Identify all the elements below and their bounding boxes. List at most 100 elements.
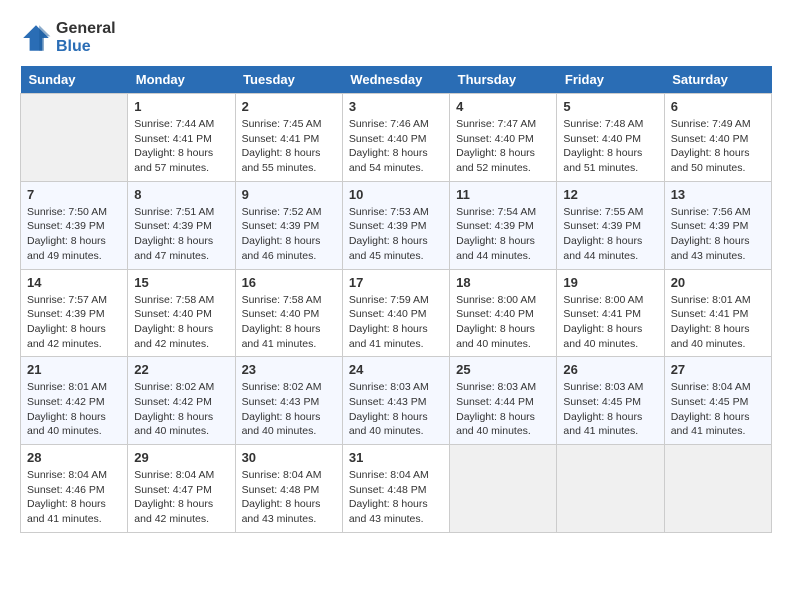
day-number: 28 [27, 450, 121, 465]
day-number: 31 [349, 450, 443, 465]
calendar-cell: 30 Sunrise: 8:04 AM Sunset: 4:48 PM Dayli… [235, 445, 342, 533]
calendar-cell: 7 Sunrise: 7:50 AM Sunset: 4:39 PM Daylig… [21, 181, 128, 269]
day-info: Sunrise: 8:04 AM Sunset: 4:46 PM Dayligh… [27, 468, 121, 527]
day-info: Sunrise: 8:04 AM Sunset: 4:48 PM Dayligh… [349, 468, 443, 527]
calendar-cell: 5Sunrise: 7:48 AM Sunset: 4:40 PM Daylig… [557, 94, 664, 182]
calendar-cell [557, 445, 664, 533]
day-number: 17 [349, 275, 443, 290]
calendar-cell: 11 Sunrise: 7:54 AM Sunset: 4:39 PM Dayli… [450, 181, 557, 269]
day-info: Sunrise: 8:01 AM Sunset: 4:41 PM Dayligh… [671, 293, 765, 352]
day-number: 18 [456, 275, 550, 290]
calendar-table: SundayMondayTuesdayWednesdayThursdayFrid… [20, 66, 772, 533]
day-number: 22 [134, 362, 228, 377]
day-number: 19 [563, 275, 657, 290]
logo-text: General Blue [56, 20, 116, 56]
day-number: 27 [671, 362, 765, 377]
day-number: 16 [242, 275, 336, 290]
day-number: 30 [242, 450, 336, 465]
calendar-cell: 6 Sunrise: 7:49 AM Sunset: 4:40 PM Daylig… [664, 94, 771, 182]
calendar-cell: 18 Sunrise: 8:00 AM Sunset: 4:40 PM Dayli… [450, 269, 557, 357]
day-info: Sunrise: 7:49 AM Sunset: 4:40 PM Dayligh… [671, 117, 765, 176]
day-number: 10 [349, 187, 443, 202]
calendar-cell: 20 Sunrise: 8:01 AM Sunset: 4:41 PM Dayli… [664, 269, 771, 357]
calendar-week-1: 1 Sunrise: 7:44 AM Sunset: 4:41 PM Daylig… [21, 94, 772, 182]
day-info: Sunrise: 8:00 AM Sunset: 4:41 PM Dayligh… [563, 293, 657, 352]
calendar-cell: 21 Sunrise: 8:01 AM Sunset: 4:42 PM Dayli… [21, 357, 128, 445]
calendar-week-2: 7 Sunrise: 7:50 AM Sunset: 4:39 PM Daylig… [21, 181, 772, 269]
day-number: 5 [563, 99, 657, 114]
day-number: 24 [349, 362, 443, 377]
day-info: Sunrise: 8:00 AM Sunset: 4:40 PM Dayligh… [456, 293, 550, 352]
day-number: 1 [134, 99, 228, 114]
day-number: 9 [242, 187, 336, 202]
calendar-cell: 26Sunrise: 8:03 AM Sunset: 4:45 PM Dayli… [557, 357, 664, 445]
calendar-cell: 3Sunrise: 7:46 AM Sunset: 4:40 PM Daylig… [342, 94, 449, 182]
day-info: Sunrise: 8:01 AM Sunset: 4:42 PM Dayligh… [27, 380, 121, 439]
calendar-cell: 15 Sunrise: 7:58 AM Sunset: 4:40 PM Dayli… [128, 269, 235, 357]
day-number: 2 [242, 99, 336, 114]
header: General Blue [20, 20, 772, 56]
day-number: 3 [349, 99, 443, 114]
day-info: Sunrise: 7:56 AM Sunset: 4:39 PM Dayligh… [671, 205, 765, 264]
calendar-cell: 27 Sunrise: 8:04 AM Sunset: 4:45 PM Dayli… [664, 357, 771, 445]
day-number: 4 [456, 99, 550, 114]
calendar-cell: 1 Sunrise: 7:44 AM Sunset: 4:41 PM Daylig… [128, 94, 235, 182]
day-number: 6 [671, 99, 765, 114]
day-info: Sunrise: 8:03 AM Sunset: 4:43 PM Dayligh… [349, 380, 443, 439]
calendar-week-4: 21 Sunrise: 8:01 AM Sunset: 4:42 PM Dayli… [21, 357, 772, 445]
header-cell-saturday: Saturday [664, 66, 771, 94]
logo-icon [20, 22, 52, 54]
calendar-cell: 9 Sunrise: 7:52 AM Sunset: 4:39 PM Daylig… [235, 181, 342, 269]
day-info: Sunrise: 7:58 AM Sunset: 4:40 PM Dayligh… [134, 293, 228, 352]
calendar-cell [21, 94, 128, 182]
calendar-cell: 28 Sunrise: 8:04 AM Sunset: 4:46 PM Dayli… [21, 445, 128, 533]
day-info: Sunrise: 7:54 AM Sunset: 4:39 PM Dayligh… [456, 205, 550, 264]
day-info: Sunrise: 7:52 AM Sunset: 4:39 PM Dayligh… [242, 205, 336, 264]
day-info: Sunrise: 8:03 AM Sunset: 4:45 PM Dayligh… [563, 380, 657, 439]
calendar-header-row: SundayMondayTuesdayWednesdayThursdayFrid… [21, 66, 772, 94]
day-info: Sunrise: 8:03 AM Sunset: 4:44 PM Dayligh… [456, 380, 550, 439]
calendar-cell: 22Sunrise: 8:02 AM Sunset: 4:42 PM Dayli… [128, 357, 235, 445]
day-number: 25 [456, 362, 550, 377]
day-info: Sunrise: 7:53 AM Sunset: 4:39 PM Dayligh… [349, 205, 443, 264]
day-info: Sunrise: 7:55 AM Sunset: 4:39 PM Dayligh… [563, 205, 657, 264]
day-info: Sunrise: 8:04 AM Sunset: 4:45 PM Dayligh… [671, 380, 765, 439]
calendar-week-5: 28 Sunrise: 8:04 AM Sunset: 4:46 PM Dayli… [21, 445, 772, 533]
day-info: Sunrise: 8:04 AM Sunset: 4:47 PM Dayligh… [134, 468, 228, 527]
day-number: 14 [27, 275, 121, 290]
calendar-cell: 19 Sunrise: 8:00 AM Sunset: 4:41 PM Dayli… [557, 269, 664, 357]
day-info: Sunrise: 7:44 AM Sunset: 4:41 PM Dayligh… [134, 117, 228, 176]
day-number: 15 [134, 275, 228, 290]
calendar-cell: 23Sunrise: 8:02 AM Sunset: 4:43 PM Dayli… [235, 357, 342, 445]
day-number: 12 [563, 187, 657, 202]
day-info: Sunrise: 7:57 AM Sunset: 4:39 PM Dayligh… [27, 293, 121, 352]
header-cell-sunday: Sunday [21, 66, 128, 94]
day-number: 21 [27, 362, 121, 377]
day-number: 20 [671, 275, 765, 290]
calendar-cell: 10 Sunrise: 7:53 AM Sunset: 4:39 PM Dayli… [342, 181, 449, 269]
header-cell-monday: Monday [128, 66, 235, 94]
day-info: Sunrise: 7:51 AM Sunset: 4:39 PM Dayligh… [134, 205, 228, 264]
day-number: 11 [456, 187, 550, 202]
day-number: 29 [134, 450, 228, 465]
calendar-cell: 12 Sunrise: 7:55 AM Sunset: 4:39 PM Dayli… [557, 181, 664, 269]
calendar-cell: 2 Sunrise: 7:45 AM Sunset: 4:41 PM Daylig… [235, 94, 342, 182]
day-info: Sunrise: 7:45 AM Sunset: 4:41 PM Dayligh… [242, 117, 336, 176]
day-info: Sunrise: 7:50 AM Sunset: 4:39 PM Dayligh… [27, 205, 121, 264]
calendar-cell: 24 Sunrise: 8:03 AM Sunset: 4:43 PM Dayli… [342, 357, 449, 445]
calendar-cell: 4 Sunrise: 7:47 AM Sunset: 4:40 PM Daylig… [450, 94, 557, 182]
calendar-cell: 29 Sunrise: 8:04 AM Sunset: 4:47 PM Dayli… [128, 445, 235, 533]
calendar-cell [664, 445, 771, 533]
day-info: Sunrise: 8:04 AM Sunset: 4:48 PM Dayligh… [242, 468, 336, 527]
day-info: Sunrise: 7:58 AM Sunset: 4:40 PM Dayligh… [242, 293, 336, 352]
calendar-cell: 17Sunrise: 7:59 AM Sunset: 4:40 PM Dayli… [342, 269, 449, 357]
calendar-cell [450, 445, 557, 533]
day-info: Sunrise: 8:02 AM Sunset: 4:43 PM Dayligh… [242, 380, 336, 439]
calendar-cell: 13Sunrise: 7:56 AM Sunset: 4:39 PM Dayli… [664, 181, 771, 269]
day-number: 7 [27, 187, 121, 202]
calendar-cell: 16 Sunrise: 7:58 AM Sunset: 4:40 PM Dayli… [235, 269, 342, 357]
calendar-week-3: 14 Sunrise: 7:57 AM Sunset: 4:39 PM Dayli… [21, 269, 772, 357]
header-cell-wednesday: Wednesday [342, 66, 449, 94]
calendar-cell: 14 Sunrise: 7:57 AM Sunset: 4:39 PM Dayli… [21, 269, 128, 357]
day-info: Sunrise: 7:47 AM Sunset: 4:40 PM Dayligh… [456, 117, 550, 176]
